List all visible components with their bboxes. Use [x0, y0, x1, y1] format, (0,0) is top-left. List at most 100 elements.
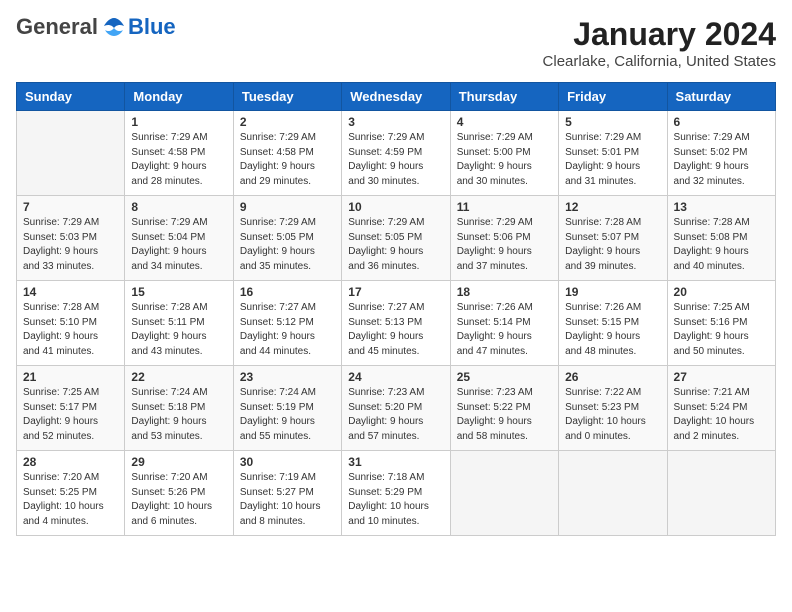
day-info: Sunrise: 7:29 AMSunset: 5:05 PMDaylight:…: [348, 216, 443, 274]
page-title: January 2024: [543, 16, 776, 53]
day-info: Sunrise: 7:29 AMSunset: 5:00 PMDaylight:…: [457, 131, 552, 189]
page-subtitle: Clearlake, California, United States: [543, 53, 776, 70]
calendar-cell: 16 Sunrise: 7:27 AMSunset: 5:12 PMDayligh…: [233, 281, 341, 366]
weekday-header-friday: Friday: [559, 83, 667, 111]
day-info: Sunrise: 7:29 AMSunset: 5:04 PMDaylight:…: [131, 216, 226, 274]
day-number: 7: [23, 200, 118, 214]
day-number: 2: [240, 115, 335, 129]
calendar-cell: 4Sunrise: 7:29 AMSunset: 5:00 PMDaylight…: [450, 111, 558, 196]
calendar-cell: 1 Sunrise: 7:29 AMSunset: 4:58 PMDaylight…: [125, 111, 233, 196]
day-number: 14: [23, 285, 118, 299]
day-info: Sunrise: 7:25 AMSunset: 5:17 PMDaylight:…: [23, 386, 118, 444]
day-info: Sunrise: 7:26 AMSunset: 5:15 PMDaylight:…: [565, 301, 660, 359]
calendar-cell: 25 Sunrise: 7:23 AMSunset: 5:22 PMDayligh…: [450, 366, 558, 451]
day-number: 16: [240, 285, 335, 299]
day-info: Sunrise: 7:29 AMSunset: 4:58 PMDaylight:…: [240, 131, 335, 189]
day-number: 31: [348, 455, 443, 469]
day-info: Sunrise: 7:20 AMSunset: 5:25 PMDaylight:…: [23, 471, 118, 529]
day-number: 17: [348, 285, 443, 299]
day-number: 11: [457, 200, 552, 214]
day-info: Sunrise: 7:22 AMSunset: 5:23 PMDaylight:…: [565, 386, 660, 444]
logo-bird-icon: [100, 16, 128, 38]
week-row-1: 1 Sunrise: 7:29 AMSunset: 4:58 PMDaylight…: [17, 111, 776, 196]
calendar-cell: 30 Sunrise: 7:19 AMSunset: 5:27 PMDayligh…: [233, 451, 341, 536]
day-info: Sunrise: 7:27 AMSunset: 5:12 PMDaylight:…: [240, 301, 335, 359]
calendar-cell: 6Sunrise: 7:29 AMSunset: 5:02 PMDaylight…: [667, 111, 775, 196]
weekday-header-sunday: Sunday: [17, 83, 125, 111]
calendar-cell: [559, 451, 667, 536]
calendar-cell: 23Sunrise: 7:24 AMSunset: 5:19 PMDayligh…: [233, 366, 341, 451]
day-info: Sunrise: 7:29 AMSunset: 5:03 PMDaylight:…: [23, 216, 118, 274]
day-number: 15: [131, 285, 226, 299]
day-number: 18: [457, 285, 552, 299]
weekday-header-saturday: Saturday: [667, 83, 775, 111]
day-info: Sunrise: 7:28 AMSunset: 5:10 PMDaylight:…: [23, 301, 118, 359]
calendar-cell: 21 Sunrise: 7:25 AMSunset: 5:17 PMDayligh…: [17, 366, 125, 451]
day-number: 28: [23, 455, 118, 469]
day-number: 5: [565, 115, 660, 129]
calendar-table: SundayMondayTuesdayWednesdayThursdayFrid…: [16, 82, 776, 536]
calendar-cell: [17, 111, 125, 196]
title-block: January 2024 Clearlake, California, Unit…: [543, 16, 776, 70]
calendar-cell: 12 Sunrise: 7:28 AMSunset: 5:07 PMDayligh…: [559, 196, 667, 281]
calendar-cell: 10Sunrise: 7:29 AMSunset: 5:05 PMDayligh…: [342, 196, 450, 281]
calendar-cell: [667, 451, 775, 536]
weekday-header-wednesday: Wednesday: [342, 83, 450, 111]
calendar-cell: 9 Sunrise: 7:29 AMSunset: 5:05 PMDaylight…: [233, 196, 341, 281]
calendar-cell: 22 Sunrise: 7:24 AMSunset: 5:18 PMDayligh…: [125, 366, 233, 451]
day-number: 6: [674, 115, 769, 129]
week-row-2: 7 Sunrise: 7:29 AMSunset: 5:03 PMDaylight…: [17, 196, 776, 281]
calendar-cell: 27Sunrise: 7:21 AMSunset: 5:24 PMDayligh…: [667, 366, 775, 451]
day-number: 1: [131, 115, 226, 129]
calendar-cell: 15 Sunrise: 7:28 AMSunset: 5:11 PMDayligh…: [125, 281, 233, 366]
logo: General Blue: [16, 16, 176, 38]
day-info: Sunrise: 7:26 AMSunset: 5:14 PMDaylight:…: [457, 301, 552, 359]
day-number: 3: [348, 115, 443, 129]
calendar-cell: 24Sunrise: 7:23 AMSunset: 5:20 PMDayligh…: [342, 366, 450, 451]
day-number: 9: [240, 200, 335, 214]
calendar-cell: 26 Sunrise: 7:22 AMSunset: 5:23 PMDayligh…: [559, 366, 667, 451]
week-row-5: 28 Sunrise: 7:20 AMSunset: 5:25 PMDayligh…: [17, 451, 776, 536]
weekday-header-tuesday: Tuesday: [233, 83, 341, 111]
day-number: 30: [240, 455, 335, 469]
day-info: Sunrise: 7:23 AMSunset: 5:22 PMDaylight:…: [457, 386, 552, 444]
logo-blue: Blue: [128, 16, 176, 38]
day-info: Sunrise: 7:25 AMSunset: 5:16 PMDaylight:…: [674, 301, 769, 359]
calendar-cell: 13 Sunrise: 7:28 AMSunset: 5:08 PMDayligh…: [667, 196, 775, 281]
day-info: Sunrise: 7:28 AMSunset: 5:08 PMDaylight:…: [674, 216, 769, 274]
day-info: Sunrise: 7:19 AMSunset: 5:27 PMDaylight:…: [240, 471, 335, 529]
calendar-cell: 5 Sunrise: 7:29 AMSunset: 5:01 PMDaylight…: [559, 111, 667, 196]
day-number: 21: [23, 370, 118, 384]
calendar-cell: 7 Sunrise: 7:29 AMSunset: 5:03 PMDaylight…: [17, 196, 125, 281]
day-info: Sunrise: 7:29 AMSunset: 5:05 PMDaylight:…: [240, 216, 335, 274]
day-info: Sunrise: 7:29 AMSunset: 4:59 PMDaylight:…: [348, 131, 443, 189]
weekday-header-monday: Monday: [125, 83, 233, 111]
day-number: 19: [565, 285, 660, 299]
day-info: Sunrise: 7:24 AMSunset: 5:18 PMDaylight:…: [131, 386, 226, 444]
day-info: Sunrise: 7:28 AMSunset: 5:11 PMDaylight:…: [131, 301, 226, 359]
logo-general: General: [16, 16, 98, 38]
weekday-header-thursday: Thursday: [450, 83, 558, 111]
calendar-cell: 3 Sunrise: 7:29 AMSunset: 4:59 PMDaylight…: [342, 111, 450, 196]
day-number: 25: [457, 370, 552, 384]
day-number: 8: [131, 200, 226, 214]
day-info: Sunrise: 7:29 AMSunset: 4:58 PMDaylight:…: [131, 131, 226, 189]
day-number: 23: [240, 370, 335, 384]
day-number: 29: [131, 455, 226, 469]
day-info: Sunrise: 7:28 AMSunset: 5:07 PMDaylight:…: [565, 216, 660, 274]
calendar-cell: 28 Sunrise: 7:20 AMSunset: 5:25 PMDayligh…: [17, 451, 125, 536]
day-number: 20: [674, 285, 769, 299]
day-number: 12: [565, 200, 660, 214]
calendar-cell: 29Sunrise: 7:20 AMSunset: 5:26 PMDayligh…: [125, 451, 233, 536]
calendar-cell: 2 Sunrise: 7:29 AMSunset: 4:58 PMDaylight…: [233, 111, 341, 196]
calendar-cell: 31Sunrise: 7:18 AMSunset: 5:29 PMDayligh…: [342, 451, 450, 536]
day-info: Sunrise: 7:29 AMSunset: 5:01 PMDaylight:…: [565, 131, 660, 189]
day-number: 22: [131, 370, 226, 384]
calendar-cell: 11Sunrise: 7:29 AMSunset: 5:06 PMDayligh…: [450, 196, 558, 281]
page-header: General Blue January 2024 Clearlake, Cal…: [16, 16, 776, 70]
day-number: 26: [565, 370, 660, 384]
calendar-cell: 17Sunrise: 7:27 AMSunset: 5:13 PMDayligh…: [342, 281, 450, 366]
day-number: 13: [674, 200, 769, 214]
calendar-cell: 19 Sunrise: 7:26 AMSunset: 5:15 PMDayligh…: [559, 281, 667, 366]
week-row-3: 14 Sunrise: 7:28 AMSunset: 5:10 PMDayligh…: [17, 281, 776, 366]
